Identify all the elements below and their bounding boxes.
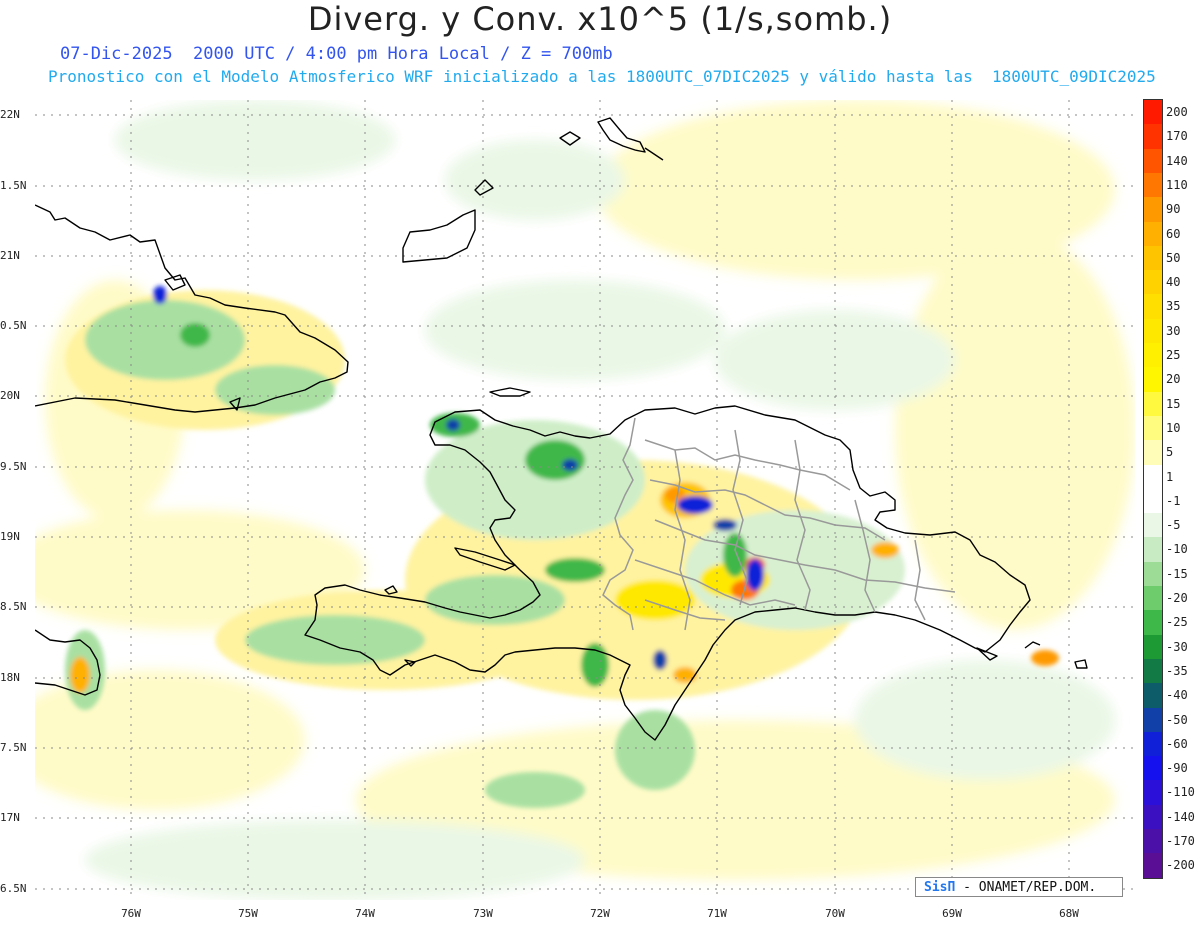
- colorbar-swatch: [1144, 343, 1162, 368]
- colorbar-swatch: [1144, 731, 1162, 757]
- colorbar-swatch: [1144, 100, 1162, 125]
- colorbar-swatch: [1144, 464, 1162, 490]
- lat-label: 18N: [0, 671, 20, 684]
- colorbar-swatch: [1144, 658, 1162, 684]
- map-canvas: [35, 100, 1135, 900]
- colorbar-label: -50: [1166, 712, 1188, 727]
- colorbar-swatch: [1144, 415, 1162, 441]
- model-info-line: Pronostico con el Modelo Atmosferico WRF…: [48, 67, 1156, 86]
- colorbar-label: 40: [1166, 275, 1181, 290]
- credit-text: - ONAMET/REP.DOM.: [963, 880, 1097, 895]
- colorbar-label: 30: [1166, 323, 1181, 338]
- lon-label: 72W: [590, 907, 610, 920]
- credit-box: SisΠ - ONAMET/REP.DOM.: [915, 877, 1123, 897]
- lon-label: 76W: [121, 907, 141, 920]
- colorbar-label: -40: [1166, 688, 1188, 703]
- colorbar-swatch: [1144, 853, 1162, 879]
- colorbar-label: 35: [1166, 299, 1181, 314]
- lon-label: 74W: [355, 907, 375, 920]
- colorbar-label: -1: [1166, 493, 1181, 508]
- lon-label: 75W: [238, 907, 258, 920]
- lat-label: 19N: [0, 530, 20, 543]
- map-title: Diverg. y Conv. x10^5 (1/s,somb.): [307, 0, 893, 38]
- colorbar-swatch: [1144, 829, 1162, 854]
- colorbar-label: 10: [1166, 420, 1181, 435]
- colorbar-swatch: [1144, 294, 1162, 320]
- colorbar-label: 50: [1166, 250, 1181, 265]
- lon-label: 68W: [1059, 907, 1079, 920]
- colorbar-swatch: [1144, 440, 1162, 465]
- colorbar-swatch: [1144, 172, 1162, 198]
- sispi-logo: SisΠ: [924, 880, 956, 895]
- colorbar-swatch: [1144, 610, 1162, 636]
- lat-label: 21N: [0, 249, 20, 262]
- colorbar: [1143, 99, 1163, 879]
- colorbar-label: -90: [1166, 761, 1188, 776]
- colorbar-label: 20: [1166, 372, 1181, 387]
- colorbar-swatch: [1144, 124, 1162, 150]
- colorbar-swatch: [1144, 197, 1162, 222]
- lat-label: 8.5N: [0, 600, 27, 613]
- lat-label: 1.5N: [0, 179, 27, 192]
- colorbar-label: 15: [1166, 396, 1181, 411]
- colorbar-label: 110: [1166, 177, 1188, 192]
- colorbar-label: -20: [1166, 591, 1188, 605]
- lat-label: 7.5N: [0, 741, 27, 754]
- colorbar-label: -140: [1166, 809, 1195, 824]
- lon-label: 71W: [707, 907, 727, 920]
- colorbar-swatch: [1144, 804, 1162, 830]
- colorbar-swatch: [1144, 707, 1162, 733]
- colorbar-label: 140: [1166, 153, 1188, 168]
- colorbar-label: -5: [1166, 518, 1181, 533]
- colorbar-label: -10: [1166, 542, 1188, 557]
- divergence-map: [35, 100, 1135, 900]
- colorbar-label: -60: [1166, 736, 1188, 751]
- colorbar-swatch: [1144, 586, 1162, 611]
- lat-label: 20N: [0, 389, 20, 402]
- lon-label: 69W: [942, 907, 962, 920]
- colorbar-swatch: [1144, 318, 1162, 344]
- colorbar-label: 60: [1166, 226, 1181, 241]
- colorbar-label: 170: [1166, 129, 1188, 144]
- colorbar-label: -35: [1166, 663, 1188, 678]
- colorbar-label: 90: [1166, 202, 1181, 217]
- colorbar-swatch: [1144, 683, 1162, 708]
- colorbar-swatch: [1144, 537, 1162, 563]
- lon-label: 70W: [825, 907, 845, 920]
- colorbar-swatch: [1144, 513, 1162, 538]
- colorbar-swatch: [1144, 245, 1162, 271]
- lat-label: 22N: [0, 108, 20, 121]
- lat-label: 9.5N: [0, 460, 27, 473]
- lon-label: 73W: [473, 907, 493, 920]
- colorbar-swatch: [1144, 367, 1162, 393]
- colorbar-label: 5: [1166, 445, 1174, 460]
- colorbar-label: 200: [1166, 105, 1188, 119]
- lat-label: 6.5N: [0, 882, 27, 895]
- colorbar-swatch: [1144, 270, 1162, 295]
- colorbar-label: 1: [1166, 469, 1174, 484]
- colorbar-swatch: [1144, 780, 1162, 806]
- colorbar-swatch: [1144, 756, 1162, 781]
- colorbar-label: -15: [1166, 566, 1188, 581]
- forecast-time-line: 07-Dic-2025 2000 UTC / 4:00 pm Hora Loca…: [60, 44, 613, 64]
- colorbar-swatch: [1144, 634, 1162, 660]
- colorbar-swatch: [1144, 221, 1162, 247]
- colorbar-label: -200: [1166, 858, 1195, 873]
- colorbar-swatch: [1144, 391, 1162, 417]
- colorbar-label: -25: [1166, 615, 1188, 630]
- colorbar-swatch: [1144, 148, 1162, 174]
- colorbar-label: 25: [1166, 348, 1181, 362]
- lat-label: 0.5N: [0, 319, 27, 332]
- colorbar-label: -30: [1166, 639, 1188, 654]
- colorbar-label: -110: [1166, 785, 1195, 800]
- colorbar-label: -170: [1166, 834, 1195, 848]
- colorbar-swatch: [1144, 488, 1162, 514]
- lat-label: 17N: [0, 811, 20, 824]
- colorbar-swatch: [1144, 561, 1162, 587]
